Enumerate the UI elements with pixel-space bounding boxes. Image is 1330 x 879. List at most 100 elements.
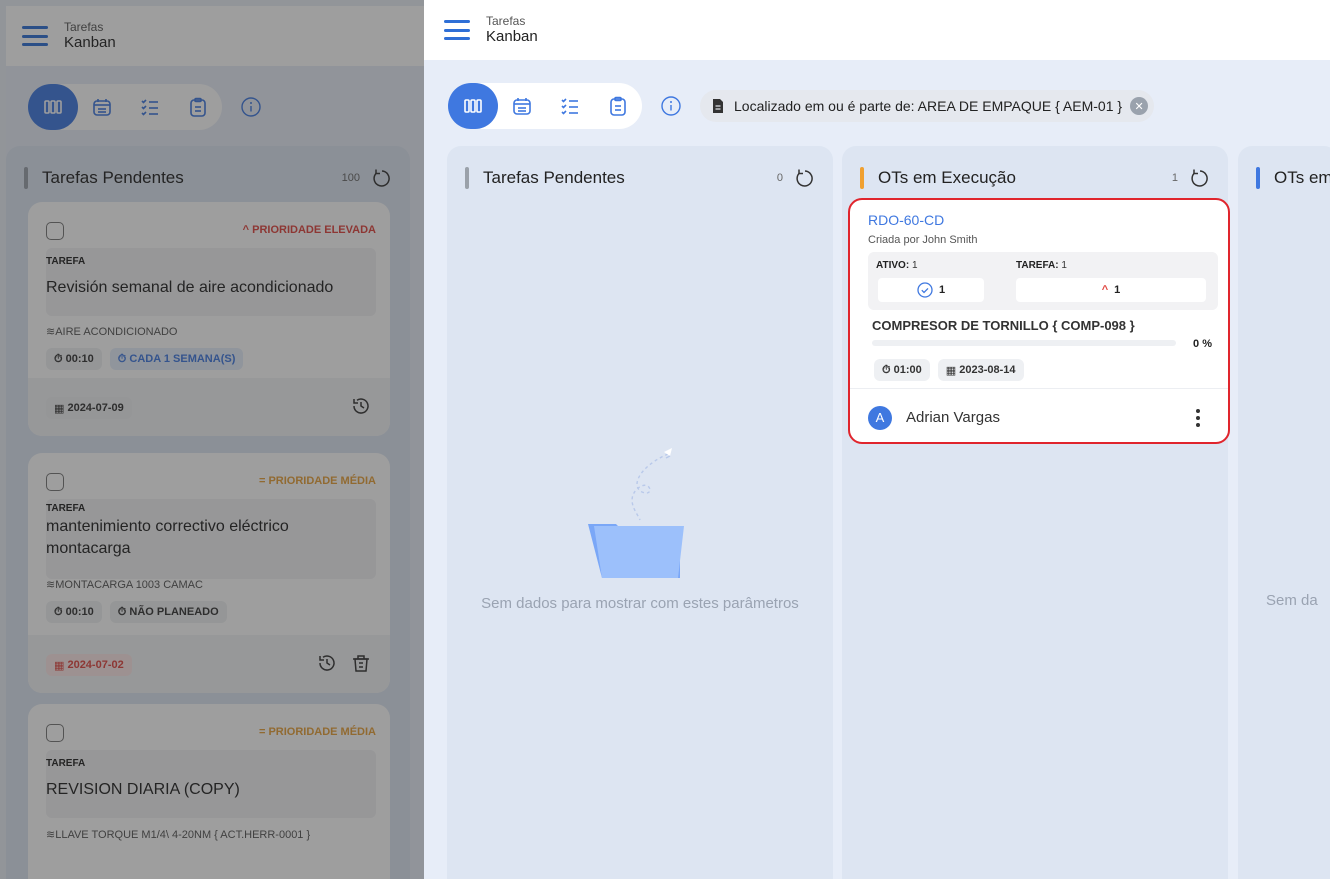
task-type-tag: TAREFA [46, 503, 86, 514]
column-title: Tarefas Pendentes [483, 168, 625, 187]
card-footer: ▦ 2024-07-02 [28, 635, 390, 693]
clipboard-view-button[interactable] [174, 84, 222, 130]
page-title: Kanban [64, 34, 116, 51]
duration-chip: ⏱ 00:10 [46, 601, 102, 623]
priority-label: = PRIORIDADE MÉDIA [258, 726, 376, 738]
asset-name: COMPRESOR DE TORNILLO { COMP-098 } [872, 318, 1135, 333]
column-header: OTs em [1256, 166, 1330, 190]
empty-message: Sem dados para mostrar com estes parâmet… [481, 595, 799, 612]
empty-message: Sem da [1266, 592, 1318, 609]
duration-chip: ⏱ 01:00 [874, 359, 930, 381]
date-text: 2024-07-09 [67, 402, 124, 414]
work-order-id-link[interactable]: RDO-60-CD [868, 212, 944, 228]
priority-label: = PRIORIDADE MÉDIA [258, 475, 376, 487]
kanban-icon [44, 100, 62, 114]
schedule-text: CADA 1 SEMANA(S) [129, 353, 236, 365]
chevron-up-icon: ^ [1101, 284, 1109, 296]
left-top-bar: Tarefas Kanban [6, 6, 424, 66]
date-text: 2024-07-02 [67, 659, 124, 671]
task-type-tag: TAREFA [46, 256, 86, 267]
menu-icon[interactable] [444, 20, 470, 40]
location-filter-chip[interactable]: Localizado em ou é parte de: AREA DE EMP… [700, 90, 1155, 122]
progress-value: 0 % [1193, 338, 1212, 350]
select-checkbox[interactable] [46, 222, 64, 240]
date-chip: ▦ 2024-07-09 [46, 397, 132, 419]
menu-icon[interactable] [22, 26, 48, 46]
column-accent-bar [860, 167, 864, 189]
select-checkbox[interactable] [46, 724, 64, 742]
task-info-box: TAREFA Revisión semanal de aire acondici… [46, 248, 376, 316]
column-header: Tarefas Pendentes 0 [465, 166, 815, 190]
asset-stat-title: ATIVO: [876, 260, 910, 271]
kanban-view-button[interactable] [448, 83, 498, 129]
checklist-view-button[interactable] [126, 84, 174, 130]
view-toolbar: Localizado em ou é parte de: AREA DE EMP… [448, 83, 1155, 129]
work-order-stats: ATIVO: 1 1 TAREFA: 1 ^ 1 [868, 252, 1218, 310]
calendar-icon [93, 99, 111, 116]
document-icon [713, 99, 723, 113]
view-toggle-group [28, 84, 222, 130]
task-type-tag: TAREFA [46, 758, 86, 769]
task-card[interactable]: = PRIORIDADE MÉDIA TAREFA mantenimiento … [28, 453, 390, 693]
task-name: mantenimiento correctivo eléctrico monta… [46, 518, 289, 557]
info-icon[interactable] [660, 95, 682, 117]
refresh-icon[interactable] [1188, 167, 1210, 189]
calendar-view-button[interactable] [498, 83, 546, 129]
asset-stat-label: ATIVO: 1 [876, 260, 918, 271]
calendar-icon [513, 98, 531, 115]
task-name: Revisión semanal de aire acondicionado [46, 279, 334, 296]
empty-state: Sem dados para mostrar com estes parâmet… [447, 446, 833, 612]
task-card[interactable]: ^ PRIORIDADE ELEVADA TAREFA Revisión sem… [28, 202, 390, 436]
date-chip: ▦ 2024-07-02 [46, 654, 132, 676]
column-ots-partial: OTs em Sem da [1238, 146, 1330, 879]
column-header: Tarefas Pendentes 100 [24, 166, 392, 190]
asset-check-value: 1 [938, 284, 946, 296]
checklist-icon [561, 98, 578, 115]
clear-filter-icon[interactable]: ✕ [1130, 97, 1149, 115]
schedule-text: NÃO PLANEADO [129, 606, 219, 618]
empty-folder-illustration [588, 448, 684, 578]
checklist-view-button[interactable] [546, 83, 594, 129]
more-options-icon[interactable] [1188, 406, 1208, 430]
calendar-view-button[interactable] [78, 84, 126, 130]
checklist-icon [141, 99, 158, 116]
breadcrumb-section: Tarefas [64, 20, 104, 34]
asset-text: MONTACARGA 1003 CAMAC [55, 579, 203, 591]
check-circle-icon [917, 282, 933, 298]
task-info-box: TAREFA REVISION DIARIA (COPY) [46, 750, 376, 818]
column-count: 1 [1171, 172, 1178, 184]
schedule-chip: ⏱ NÃO PLANEADO [109, 601, 227, 623]
duration-text: 00:10 [65, 606, 94, 618]
task-card[interactable]: = PRIORIDADE MÉDIA TAREFA REVISION DIARI… [28, 704, 390, 879]
priority-text: PRIORIDADE MÉDIA [268, 475, 376, 487]
column-accent-bar [465, 167, 469, 189]
clipboard-icon [610, 96, 626, 116]
clipboard-view-button[interactable] [594, 83, 642, 129]
info-icon[interactable] [240, 96, 262, 118]
work-order-card[interactable]: RDO-60-CD Criada por John Smith ATIVO: 1… [848, 198, 1230, 444]
task-priority-value: 1 [1114, 284, 1121, 296]
kanban-view-button[interactable] [28, 84, 78, 130]
priority-label: ^ PRIORIDADE ELEVADA [242, 224, 376, 236]
task-stat-label: TAREFA: 1 [1016, 260, 1067, 271]
refresh-icon[interactable] [370, 167, 392, 189]
history-icon[interactable] [316, 652, 338, 674]
column-header: OTs em Execução 1 [860, 166, 1210, 190]
page-title-block: Tarefas Kanban [486, 14, 538, 46]
history-icon[interactable] [350, 395, 372, 417]
column-title: Tarefas Pendentes [42, 168, 184, 187]
refresh-icon[interactable] [793, 167, 815, 189]
duration-text: 00:10 [65, 353, 94, 365]
avatar: A [868, 405, 892, 430]
asset-status-box: 1 [878, 278, 984, 302]
delete-icon[interactable] [350, 652, 372, 674]
task-name: REVISION DIARIA (COPY) [46, 781, 240, 798]
select-checkbox[interactable] [46, 473, 64, 491]
schedule-chip: ⏱ CADA 1 SEMANA(S) [109, 348, 244, 370]
priority-text: PRIORIDADE MÉDIA [268, 726, 376, 738]
task-chips: ⏱ 00:10 ⏱ NÃO PLANEADO [46, 601, 227, 623]
column-accent-bar [24, 167, 28, 189]
asset-text: LLAVE TORQUE M1/4\ 4-20NM { ACT.HERR-000… [55, 829, 311, 841]
filter-label: Localizado em ou é parte de: AREA DE EMP… [734, 98, 1123, 114]
asset-label: ≋MONTACARGA 1003 CAMAC [46, 579, 203, 591]
